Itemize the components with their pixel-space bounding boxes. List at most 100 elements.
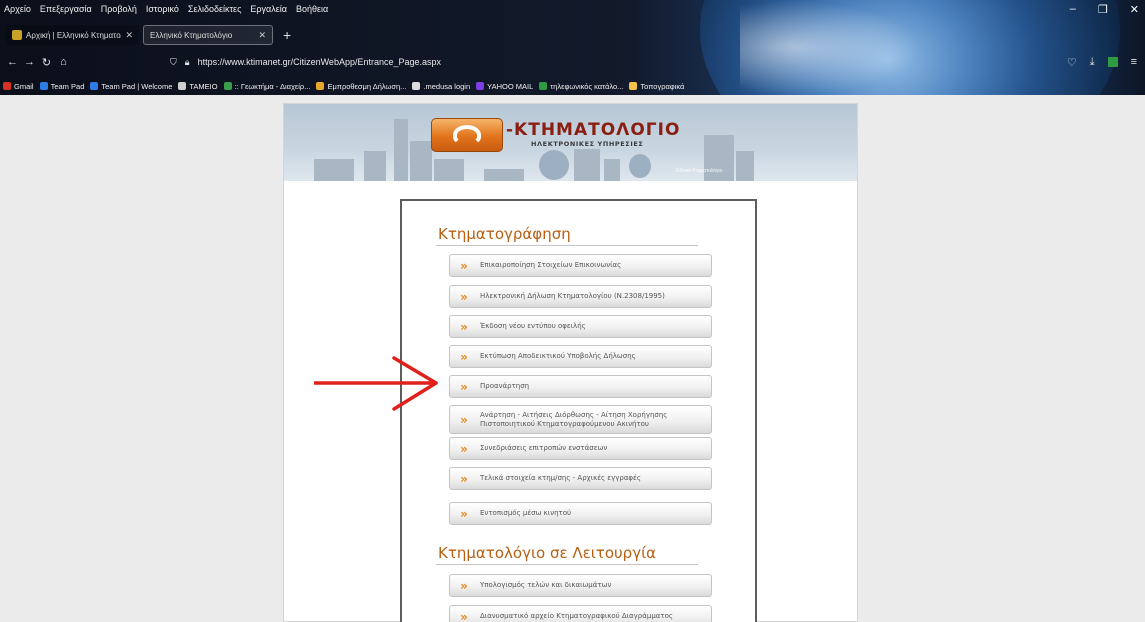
bookmark-favicon-icon (412, 82, 421, 90)
back-icon[interactable]: ← (4, 56, 21, 68)
browser-chrome: Αρχείο Επεξεργασία Προβολή Ιστορικό Σελι… (0, 0, 1145, 95)
bookmark-label: TAMEIO (189, 81, 218, 91)
e-logo-icon (431, 118, 503, 152)
section-title-ktimatologio-operation: Κτηματολόγιο σε Λειτουργία (438, 544, 657, 562)
double-chevron-icon: » (460, 319, 468, 334)
bookmark-item[interactable]: Εμπροθεσμη Δήλωση... (316, 82, 406, 91)
double-chevron-icon: » (460, 506, 468, 521)
service-button-electronic-declaration[interactable]: » Ηλεκτρονική Δήλωση Κτηματολογίου (Ν.23… (449, 285, 712, 308)
service-button-fee-calculation[interactable]: » Υπολογισμός τελών και δικαιωμάτων (449, 574, 712, 597)
bookmark-item[interactable]: TAMEIO (178, 81, 218, 91)
menu-tools[interactable]: Εργαλεία (250, 4, 287, 14)
section-divider (436, 245, 698, 246)
service-label: Έκδοση νέου εντύπου οφειλής (480, 322, 586, 331)
site-favicon-icon (12, 30, 22, 40)
bookmark-favicon-icon (90, 82, 99, 90)
window-controls: – ❐ ✕ (1070, 0, 1145, 18)
menu-history[interactable]: Ιστορικό (146, 4, 179, 14)
restore-icon[interactable]: ❐ (1098, 3, 1108, 16)
bookmark-item[interactable]: τηλεφωνικός κατάλο... (539, 82, 623, 91)
lock-icon[interactable]: 🔒︎ (185, 57, 190, 68)
bookmark-item[interactable]: Gmail (3, 82, 34, 91)
bookmark-item[interactable]: Team Pad (39, 81, 85, 91)
bookmark-label: τηλεφωνικός κατάλο... (550, 81, 624, 91)
minimize-icon[interactable]: – (1070, 3, 1076, 15)
bookmark-label: YAHOO MAIL (487, 81, 534, 91)
bookmark-item[interactable]: Τοπογραφικά (629, 82, 684, 91)
new-tab-button[interactable]: + (277, 27, 297, 43)
double-chevron-icon: » (460, 349, 468, 364)
url-text[interactable]: https://www.ktimanet.gr/CitizenWebApp/En… (198, 57, 441, 67)
menu-bookmarks[interactable]: Σελιδοδείκτες (188, 4, 242, 14)
bookmark-favicon-icon (178, 82, 187, 90)
bookmark-label: Team Pad (50, 81, 85, 91)
double-chevron-icon: » (460, 258, 468, 273)
tab-bar: Αρχική | Ελληνικό Κτηματολόγι ✕ Ελληνικό… (0, 22, 297, 48)
services-panel: Κτηματογράφηση » Επικαιροποίηση Στοιχείω… (400, 199, 757, 622)
bookmark-favicon-icon (476, 82, 485, 90)
bookmark-item[interactable]: Team Pad | Welcome (90, 82, 172, 91)
service-button-pre-posting[interactable]: » Προανάρτηση (449, 375, 712, 398)
double-chevron-icon: » (460, 441, 468, 456)
extension-icon[interactable] (1107, 57, 1118, 67)
bookmark-label: Gmail (14, 81, 34, 91)
bookmark-item[interactable]: :: Γεωκτήμα - Διαχείρ... (223, 81, 311, 91)
menu-help[interactable]: Βοήθεια (296, 4, 328, 14)
double-chevron-icon: » (460, 412, 468, 427)
tab-ktimatologio[interactable]: Ελληνικό Κτηματολόγιο ✕ (143, 25, 273, 45)
section-divider (436, 564, 698, 565)
close-tab-icon[interactable]: ✕ (258, 30, 266, 41)
menu-edit[interactable]: Επεξεργασία (40, 4, 92, 14)
bookmark-label: .medusa login (423, 81, 471, 91)
service-button-print-receipt[interactable]: » Εκτύπωση Αποδεικτικού Υποβολής Δήλωσης (449, 345, 712, 368)
double-chevron-icon: » (460, 471, 468, 486)
banner-signature: Εθνικό Κτηματολόγιο (676, 168, 723, 174)
pocket-icon[interactable]: ♡ (1067, 56, 1077, 69)
theme-glow (740, 0, 920, 95)
service-label: Εκτύπωση Αποδεικτικού Υποβολής Δήλωσης (480, 352, 636, 361)
close-window-icon[interactable]: ✕ (1130, 3, 1139, 16)
bookmark-favicon-icon (316, 82, 325, 90)
site-logo-subtitle: ΗΛΕΚΤΡΟΝΙΚΕΣ ΥΠΗΡΕΣΙΕΣ (531, 140, 644, 148)
service-label: Τελικά στοιχεία κτημ/σης - Αρχικές εγγρα… (480, 474, 641, 483)
menu-view[interactable]: Προβολή (101, 4, 137, 14)
annotation-arrow-icon (314, 356, 438, 411)
home-icon[interactable]: ⌂ (55, 56, 72, 68)
tab-label: Αρχική | Ελληνικό Κτηματολόγι (26, 30, 121, 40)
bookmark-item[interactable]: .medusa login (412, 82, 470, 91)
bookmark-label: Εμπροθεσμη Δήλωση... (327, 81, 407, 91)
service-label: Προανάρτηση (480, 382, 530, 391)
shield-icon[interactable]: ⛉ (170, 57, 177, 68)
bookmark-item[interactable]: YAHOO MAIL (476, 82, 533, 91)
service-label: Επικαιροποίηση Στοιχείων Επικοινωνίας (480, 261, 622, 270)
bookmark-label: Team Pad | Welcome (101, 81, 173, 91)
download-icon[interactable]: ⤓ (1090, 56, 1095, 69)
menu-bar: Αρχείο Επεξεργασία Προβολή Ιστορικό Σελι… (0, 0, 328, 18)
service-label: Διανυσματικό αρχείο Κτηματογραφικού Διαγ… (480, 612, 673, 621)
bookmark-favicon-icon (539, 82, 548, 90)
hamburger-menu-icon[interactable]: ≡ (1131, 56, 1137, 68)
service-label: Εντοπισμός μέσω κινητού (480, 509, 572, 518)
service-label: Υπολογισμός τελών και δικαιωμάτων (480, 581, 612, 590)
tab-home[interactable]: Αρχική | Ελληνικό Κτηματολόγι ✕ (6, 25, 139, 45)
bookmark-favicon-icon (3, 82, 11, 90)
bookmark-label: :: Γεωκτήμα - Διαχείρ... (234, 81, 311, 91)
menu-file[interactable]: Αρχείο (4, 4, 31, 14)
forward-icon[interactable]: → (21, 56, 38, 68)
bookmark-favicon-icon (223, 82, 232, 90)
section-title-ktimatografisi: Κτηματογράφηση (438, 225, 571, 243)
close-tab-icon[interactable]: ✕ (125, 30, 133, 41)
double-chevron-icon: » (460, 289, 468, 304)
service-button-mobile-locate[interactable]: » Εντοπισμός μέσω κινητού (449, 502, 712, 525)
service-button-final-data[interactable]: » Τελικά στοιχεία κτημ/σης - Αρχικές εγγ… (449, 467, 712, 490)
service-label: Συνεδριάσεις επιτροπών ενστάσεων (480, 444, 608, 453)
double-chevron-icon: » (460, 379, 468, 394)
reload-icon[interactable]: ↻ (38, 56, 55, 69)
service-button-posting-corrections[interactable]: » Ανάρτηση - Αιτήσεις Διόρθωσης - Αίτηση… (449, 405, 712, 434)
bookmarks-bar: Gmail Team Pad Team Pad | Welcome TAMEIO:: … (0, 78, 684, 94)
service-button-contact-update[interactable]: » Επικαιροποίηση Στοιχείων Επικοινωνίας (449, 254, 712, 277)
service-button-new-debt-form[interactable]: » Έκδοση νέου εντύπου οφειλής (449, 315, 712, 338)
service-button-vector-file[interactable]: » Διανυσματικό αρχείο Κτηματογραφικού Δι… (449, 605, 712, 622)
address-bar[interactable]: ⛉ 🔒︎ https://www.ktimanet.gr/CitizenWebA… (170, 52, 441, 72)
service-button-objection-committees[interactable]: » Συνεδριάσεις επιτροπών ενστάσεων (449, 437, 712, 460)
